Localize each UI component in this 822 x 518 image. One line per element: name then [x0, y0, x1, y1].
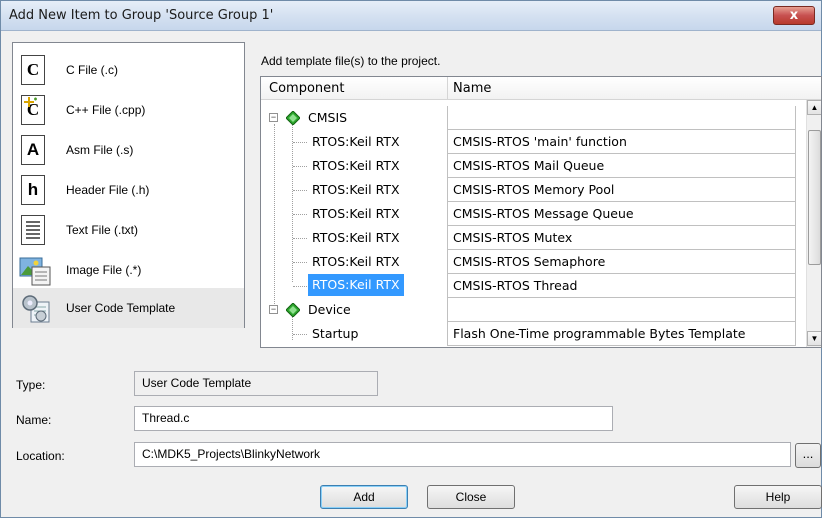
scroll-down-button[interactable]: ▼ [807, 331, 821, 346]
component-cell-selected: RTOS:Keil RTX [308, 274, 404, 296]
name-cell: CMSIS-RTOS Mutex [447, 226, 796, 250]
type-field: User Code Template [134, 371, 378, 396]
scroll-thumb[interactable] [808, 130, 821, 265]
name-cell: CMSIS-RTOS Semaphore [447, 250, 796, 274]
tree-row[interactable]: RTOS:Keil RTX CMSIS-RTOS Message Queue [261, 202, 806, 226]
file-type-item-header[interactable]: h Header File (.h) [13, 170, 244, 210]
name-cell [447, 298, 796, 322]
file-type-label: Header File (.h) [66, 183, 150, 197]
template-gear-icon [22, 295, 50, 323]
component-cell: Device [308, 302, 351, 317]
c-file-icon: C [21, 55, 45, 85]
browse-button[interactable]: ... [795, 443, 821, 468]
column-header-component[interactable]: Component [269, 81, 344, 96]
header-file-icon: h [21, 175, 45, 205]
component-cell: RTOS:Keil RTX [312, 134, 400, 149]
file-type-item-image[interactable]: Image File (.*) [13, 250, 244, 290]
type-label: Type: [16, 378, 46, 392]
file-type-label: Asm File (.s) [66, 143, 134, 157]
title-bar[interactable]: Add New Item to Group 'Source Group 1' x [1, 1, 821, 31]
component-cell: CMSIS [308, 110, 348, 125]
add-button[interactable]: Add [320, 485, 408, 509]
tree-line [293, 238, 307, 239]
file-type-item-c[interactable]: C C File (.c) [13, 50, 244, 90]
component-cell: RTOS:Keil RTX [312, 206, 400, 221]
tree-line [293, 334, 307, 335]
close-icon: x [789, 8, 799, 23]
file-type-list: C C File (.c) C C++ File (.cpp) A Asm Fi… [12, 42, 245, 328]
collapse-toggle[interactable]: − [269, 305, 278, 314]
tree-row-group[interactable]: − CMSIS [261, 106, 806, 130]
tree-row[interactable]: RTOS:Keil RTX CMSIS-RTOS Mail Queue [261, 154, 806, 178]
name-cell: CMSIS-RTOS Mail Queue [447, 154, 796, 178]
tree-row-group[interactable]: − Device [261, 298, 806, 322]
collapse-toggle[interactable]: − [269, 113, 278, 122]
arrow-down-icon: ▼ [810, 334, 819, 343]
file-type-label: Text File (.txt) [66, 223, 139, 237]
name-cell: CMSIS-RTOS Message Queue [447, 202, 796, 226]
image-file-icon [19, 257, 51, 286]
file-type-label: User Code Template [66, 301, 176, 315]
template-hint: Add template file(s) to the project. [261, 54, 441, 68]
name-cell: CMSIS-RTOS 'main' function [447, 130, 796, 154]
component-cell: Startup [312, 326, 359, 341]
name-label: Name: [16, 413, 52, 427]
table-header: Component Name [261, 77, 821, 100]
template-tree-table: Component Name − CMSIS RTOS:Keil RTX CMS… [260, 76, 822, 348]
asm-file-icon: A [21, 135, 45, 165]
component-cell: RTOS:Keil RTX [312, 230, 400, 245]
add-new-item-dialog: Add New Item to Group 'Source Group 1' x… [0, 0, 822, 518]
component-cell: RTOS:Keil RTX [312, 158, 400, 173]
location-input[interactable]: C:\MDK5_Projects\BlinkyNetwork [134, 442, 791, 467]
name-cell: Flash One-Time programmable Bytes Templa… [447, 322, 796, 346]
file-type-label: Image File (.*) [66, 263, 142, 277]
help-button[interactable]: Help [734, 485, 822, 509]
close-button[interactable]: Close [427, 485, 515, 509]
tree-line [293, 142, 307, 143]
plus-sparkle-icon [24, 97, 37, 107]
tree-row[interactable]: RTOS:Keil RTX CMSIS-RTOS 'main' function [261, 130, 806, 154]
name-cell: CMSIS-RTOS Thread [447, 274, 796, 298]
tree-row-selected[interactable]: RTOS:Keil RTX CMSIS-RTOS Thread [261, 274, 806, 298]
file-type-label: C++ File (.cpp) [66, 103, 146, 117]
tree-row[interactable]: RTOS:Keil RTX CMSIS-RTOS Semaphore [261, 250, 806, 274]
tree-row[interactable]: RTOS:Keil RTX CMSIS-RTOS Mutex [261, 226, 806, 250]
cpp-file-icon: C [21, 95, 45, 125]
tree-row[interactable]: Startup Flash One-Time programmable Byte… [261, 322, 806, 346]
tree-line [293, 262, 307, 263]
arrow-up-icon: ▲ [810, 103, 819, 112]
column-divider[interactable] [447, 77, 448, 100]
file-type-item-user-code-template[interactable]: User Code Template [13, 288, 244, 328]
column-header-name[interactable]: Name [453, 81, 491, 96]
name-input[interactable]: Thread.c [134, 406, 613, 431]
tree-line [293, 214, 307, 215]
component-cell: RTOS:Keil RTX [312, 254, 400, 269]
component-diamond-icon [286, 303, 300, 317]
file-type-item-cpp[interactable]: C C++ File (.cpp) [13, 90, 244, 130]
tree-line [293, 166, 307, 167]
text-lines-icon [26, 221, 40, 239]
name-cell: CMSIS-RTOS Memory Pool [447, 178, 796, 202]
tree-line [293, 190, 307, 191]
location-label: Location: [16, 449, 65, 463]
scroll-up-button[interactable]: ▲ [807, 100, 821, 115]
close-window-button[interactable]: x [773, 6, 815, 25]
text-file-icon [21, 215, 45, 245]
file-type-item-text[interactable]: Text File (.txt) [13, 210, 244, 250]
tree-row[interactable]: RTOS:Keil RTX CMSIS-RTOS Memory Pool [261, 178, 806, 202]
name-cell [447, 106, 796, 130]
tree-line [293, 286, 307, 287]
vertical-scrollbar[interactable]: ▲ ▼ [806, 100, 821, 347]
dialog-title: Add New Item to Group 'Source Group 1' [9, 8, 274, 23]
file-type-label: C File (.c) [66, 63, 118, 77]
file-type-item-asm[interactable]: A Asm File (.s) [13, 130, 244, 170]
component-diamond-icon [286, 111, 300, 125]
component-cell: RTOS:Keil RTX [312, 182, 400, 197]
